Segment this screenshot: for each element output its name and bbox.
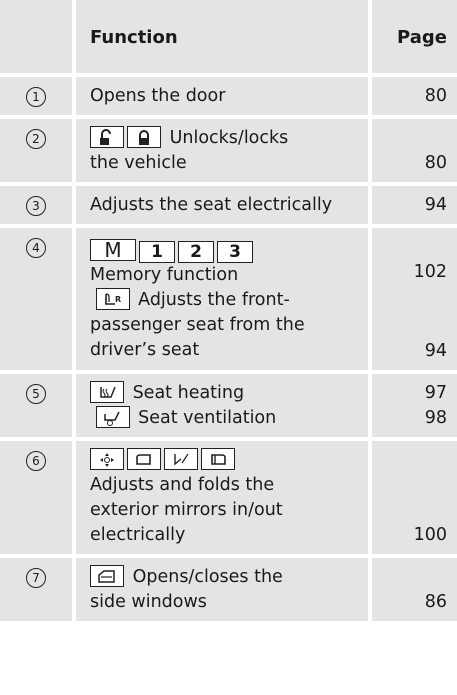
item-number-badge: 1 xyxy=(26,87,46,107)
header-number-cell xyxy=(0,0,76,77)
passenger-text-inline: Adjusts the front- xyxy=(138,290,290,310)
seat-heating-key-icon xyxy=(90,381,124,403)
header-function: Function xyxy=(74,0,372,77)
seat-ventilation-key-icon xyxy=(95,406,130,428)
item-number-badge: 6 xyxy=(26,451,46,471)
item-number-badge: 2 xyxy=(26,129,46,149)
side-window-key-icon xyxy=(90,565,124,587)
mirror-left-key-icon xyxy=(201,448,235,470)
page-ref: 80 xyxy=(424,86,447,106)
page-ref: 86 xyxy=(424,592,447,612)
unlock-key-icon xyxy=(90,126,124,148)
function-text: exterior mirrors in/out xyxy=(90,500,283,520)
function-text: Adjusts the seat electrically xyxy=(90,195,333,215)
mirror-fold-key-icon xyxy=(164,448,198,470)
mirror-right-key-icon xyxy=(127,448,161,470)
seat-ventilation-text: Seat ventilation xyxy=(138,408,277,428)
memory-key-1: 1 xyxy=(139,241,175,263)
table-row: 7 Opens/closes the side windows 86 xyxy=(0,556,457,621)
table-row: 4 M123 Memory function R Adjusts the fro… xyxy=(0,226,457,374)
page-ref: 80 xyxy=(424,153,447,173)
item-number-badge: 4 xyxy=(26,238,46,258)
function-text: the vehicle xyxy=(90,153,187,173)
passenger-text: passenger seat from the xyxy=(90,315,305,335)
function-text: Opens the door xyxy=(90,86,226,106)
header-page: Page xyxy=(370,0,457,77)
item-number-badge: 5 xyxy=(26,384,46,404)
item-number-badge: 7 xyxy=(26,568,46,588)
seat-heating-text: Seat heating xyxy=(132,383,245,403)
function-text-inline: Opens/closes the xyxy=(132,567,283,587)
function-table: Function Page 1 Opens the door 80 2 Unlo… xyxy=(0,0,457,621)
page-ref-ventilation: 98 xyxy=(424,408,447,428)
table-header-row: Function Page xyxy=(0,0,457,77)
function-text: side windows xyxy=(90,592,207,612)
memory-key-2: 2 xyxy=(178,241,214,263)
passenger-seat-key-icon: R xyxy=(95,288,130,310)
page-ref: 94 xyxy=(424,195,447,215)
table-row: 3 Adjusts the seat electrically 94 xyxy=(0,184,457,228)
page-ref: 100 xyxy=(413,525,447,545)
memory-key-3: 3 xyxy=(217,241,253,263)
passenger-text: driver’s seat xyxy=(90,340,200,360)
page-ref-memory: 102 xyxy=(413,262,447,282)
item-number-badge: 3 xyxy=(26,196,46,216)
page-ref-passenger: 94 xyxy=(424,341,447,361)
svg-text:R: R xyxy=(115,295,121,304)
function-text-inline: Unlocks/locks xyxy=(169,128,289,148)
table-row: 1 Opens the door 80 xyxy=(0,75,457,119)
memory-key-m: M xyxy=(90,239,136,261)
table-row: 5 Seat heating Seat ventilation 97 98 xyxy=(0,372,457,441)
table-row: 6 Adjusts and folds the exterior mirrors… xyxy=(0,439,457,558)
mirror-adjust-key-icon xyxy=(90,448,124,470)
page-ref-heating: 97 xyxy=(424,383,447,403)
memory-function-text: Memory function xyxy=(90,265,239,285)
function-text: Adjusts and folds the xyxy=(90,475,275,495)
lock-key-icon xyxy=(127,126,161,148)
function-text: electrically xyxy=(90,525,186,545)
table-row: 2 Unlocks/locks the vehicle 80 xyxy=(0,117,457,186)
